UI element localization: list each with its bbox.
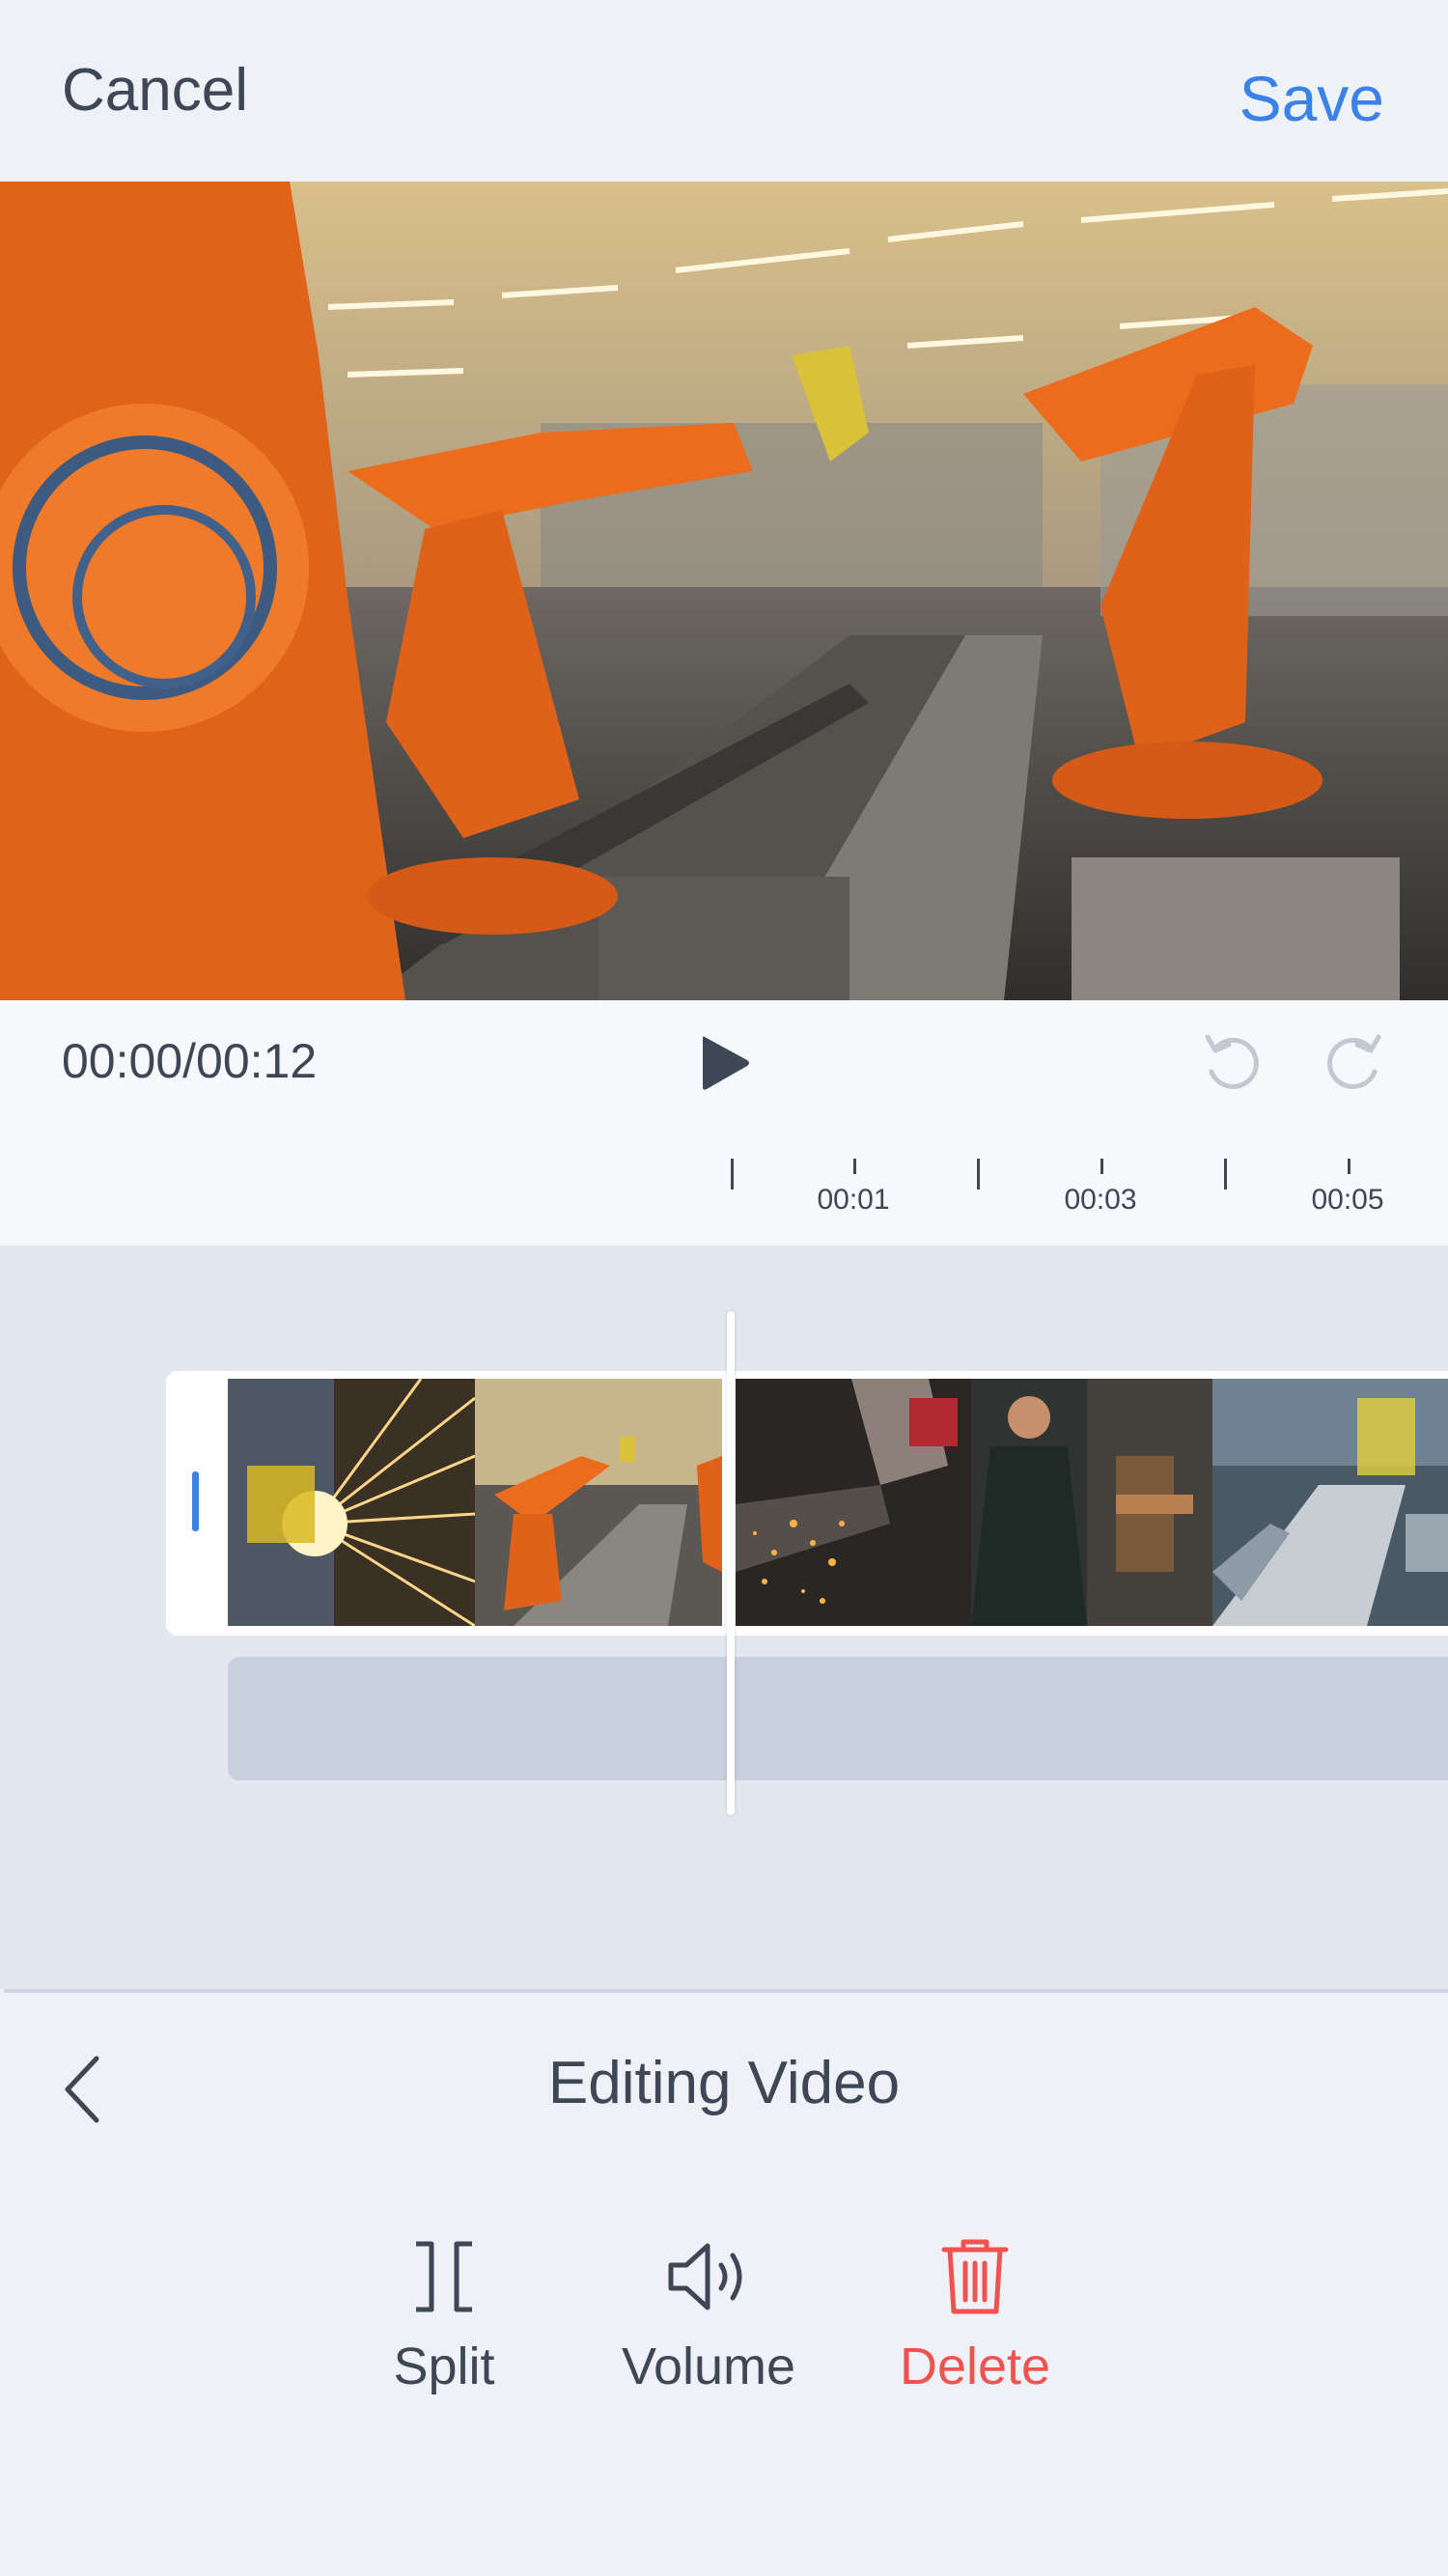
ruler-label: 00:05 — [1311, 1184, 1384, 1216]
ruler-tick — [1224, 1159, 1227, 1190]
save-button[interactable]: Save — [1239, 62, 1384, 135]
panel-title: Editing Video — [547, 2050, 901, 2116]
volume-button[interactable]: Volume — [602, 2238, 815, 2431]
top-bar: Cancel Save — [0, 0, 1448, 182]
redo-icon — [1327, 1034, 1381, 1089]
thumbnail-robot-arms-factory — [475, 1379, 722, 1626]
timecode: 00:00/00:12 — [62, 1034, 318, 1088]
redo-button[interactable] — [1324, 1029, 1384, 1093]
playhead[interactable] — [727, 1311, 735, 1815]
timeline[interactable] — [0, 1246, 1448, 1989]
undo-button[interactable] — [1202, 1029, 1262, 1093]
video-preview[interactable] — [0, 182, 1448, 1000]
play-icon — [703, 1036, 749, 1090]
cancel-button[interactable]: Cancel — [62, 56, 248, 125]
delete-button[interactable]: Delete — [869, 2238, 1081, 2431]
trim-handle[interactable] — [192, 1471, 199, 1531]
ruler-tick — [1348, 1159, 1351, 1174]
ruler-tick — [977, 1159, 980, 1190]
ruler-tick — [853, 1159, 856, 1174]
ruler-tick — [1100, 1159, 1103, 1174]
volume-label: Volume — [621, 2338, 796, 2395]
factory-robots-image — [0, 182, 1448, 1000]
split-icon — [416, 2241, 472, 2312]
thumbnail-assembly-line — [1212, 1379, 1448, 1626]
audio-track[interactable] — [228, 1657, 1448, 1780]
split-label: Split — [393, 2338, 495, 2395]
thumbnail-welder-sparks — [736, 1379, 971, 1626]
ruler-tick — [731, 1159, 734, 1190]
delete-label: Delete — [899, 2338, 1051, 2395]
thumbnail-engineer-machine — [971, 1379, 1212, 1626]
time-ruler[interactable]: 00:01 00:03 00:05 — [0, 1124, 1448, 1230]
trash-icon — [941, 2239, 1009, 2314]
thumbnail-sparks-grinding — [228, 1379, 475, 1626]
clip-thumbnails — [228, 1379, 1448, 1626]
playback-controls: 00:00/00:12 00:01 00:03 00:05 — [0, 1000, 1448, 1246]
split-button[interactable]: Split — [338, 2238, 550, 2431]
ruler-label: 00:01 — [817, 1184, 890, 1216]
ruler-label: 00:03 — [1064, 1184, 1137, 1216]
play-button[interactable] — [697, 1033, 755, 1093]
undo-icon — [1205, 1034, 1259, 1089]
editing-panel: Editing Video Split Volume Delete — [0, 1993, 1448, 2576]
volume-icon — [668, 2243, 742, 2310]
